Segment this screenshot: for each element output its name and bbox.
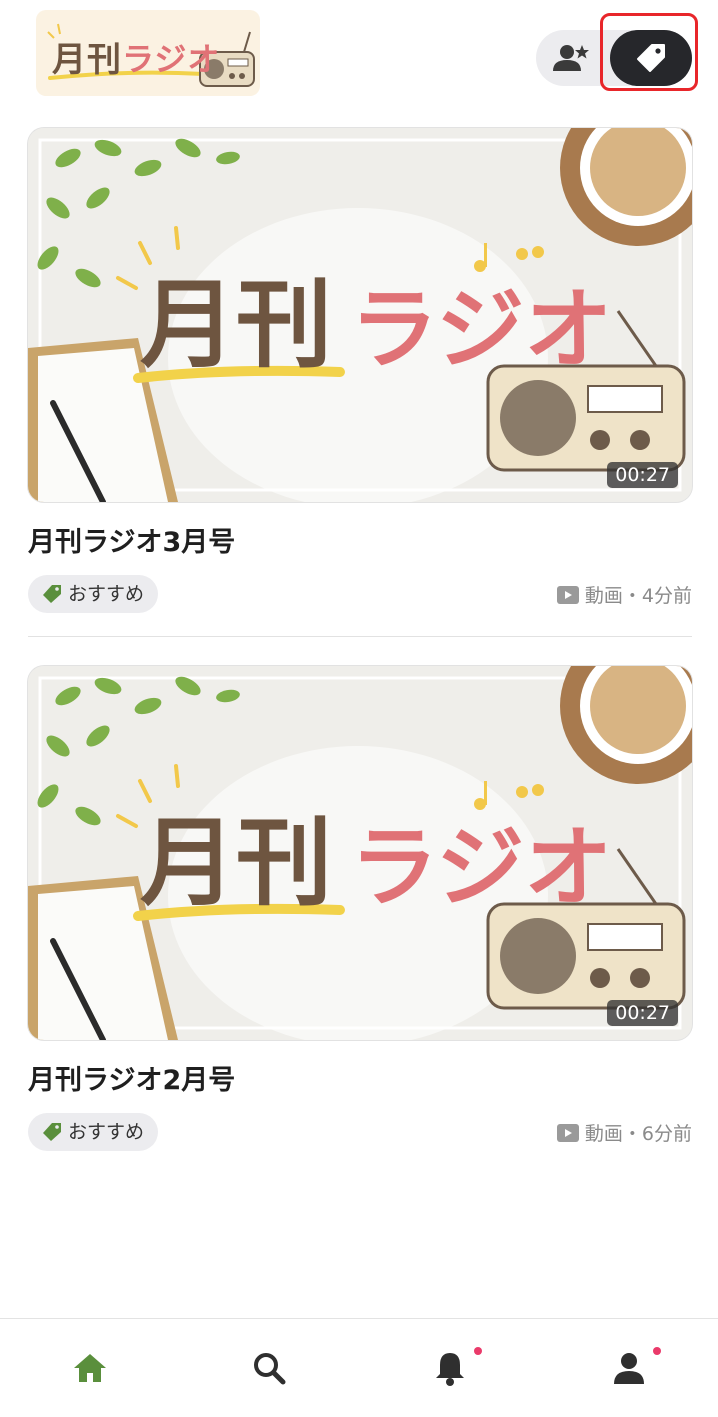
people-star-icon xyxy=(553,45,589,71)
notification-badge xyxy=(474,1347,482,1355)
search-icon xyxy=(254,1353,286,1385)
nav-home[interactable] xyxy=(40,1319,140,1417)
home-icon xyxy=(74,1354,106,1382)
video-icon xyxy=(556,1123,579,1142)
nav-search[interactable] xyxy=(219,1319,319,1417)
thumbnail-title-monthly: 月刊 xyxy=(140,807,332,919)
logo-text-radio: ラジオ xyxy=(122,40,221,78)
tag-icon xyxy=(43,1123,61,1141)
post-title[interactable]: 月刊ラジオ2月号 xyxy=(28,1058,692,1097)
tag-icon xyxy=(43,585,61,603)
video-thumbnail[interactable]: 月刊 ラジオ 00:27 xyxy=(28,666,692,1040)
thumbnail-title-radio: ラジオ xyxy=(350,816,612,919)
profile-icon xyxy=(614,1353,644,1384)
video-thumbnail[interactable]: 月刊 ラジオ 00:27 xyxy=(28,128,692,502)
post-info: 動画・6分前 xyxy=(556,1119,692,1146)
nav-profile[interactable] xyxy=(579,1319,679,1417)
app-header: 月刊 ラジオ xyxy=(0,0,718,110)
tag-label: おすすめ xyxy=(68,583,145,605)
post-card[interactable]: 月刊 ラジオ 00:27 月刊ラジオ2月号 おすすめ 動画・6分前 xyxy=(28,666,692,1153)
thumbnail-title-monthly: 月刊 xyxy=(140,269,332,381)
toggle-people-button[interactable] xyxy=(536,30,608,86)
logo-text-monthly: 月刊 xyxy=(52,40,122,80)
bell-icon xyxy=(436,1353,464,1386)
post-card[interactable]: 月刊 ラジオ 00:27 月刊ラジオ3月号 おすすめ 動画・4分前 xyxy=(28,128,692,615)
recommend-tag[interactable]: おすすめ xyxy=(28,575,159,613)
post-info-text: 動画・4分前 xyxy=(584,585,692,607)
thumbnail-title-radio: ラジオ xyxy=(350,278,612,381)
post-info: 動画・4分前 xyxy=(556,581,692,608)
app-logo: 月刊 ラジオ xyxy=(36,10,260,96)
tag-label: おすすめ xyxy=(68,1121,145,1143)
post-divider xyxy=(28,636,692,637)
profile-badge xyxy=(653,1347,661,1355)
thumbnail-title: 月刊 ラジオ xyxy=(140,807,612,919)
nav-notifications[interactable] xyxy=(400,1319,500,1417)
post-info-text: 動画・6分前 xyxy=(584,1123,692,1145)
video-duration: 00:27 xyxy=(607,462,678,488)
recommend-tag[interactable]: おすすめ xyxy=(28,1113,159,1151)
video-icon xyxy=(556,585,579,604)
highlight-box xyxy=(600,13,698,91)
post-title[interactable]: 月刊ラジオ3月号 xyxy=(28,520,692,559)
video-duration: 00:27 xyxy=(607,1000,678,1026)
thumbnail-title: 月刊 ラジオ xyxy=(140,269,612,381)
bottom-navigation xyxy=(0,1318,718,1417)
